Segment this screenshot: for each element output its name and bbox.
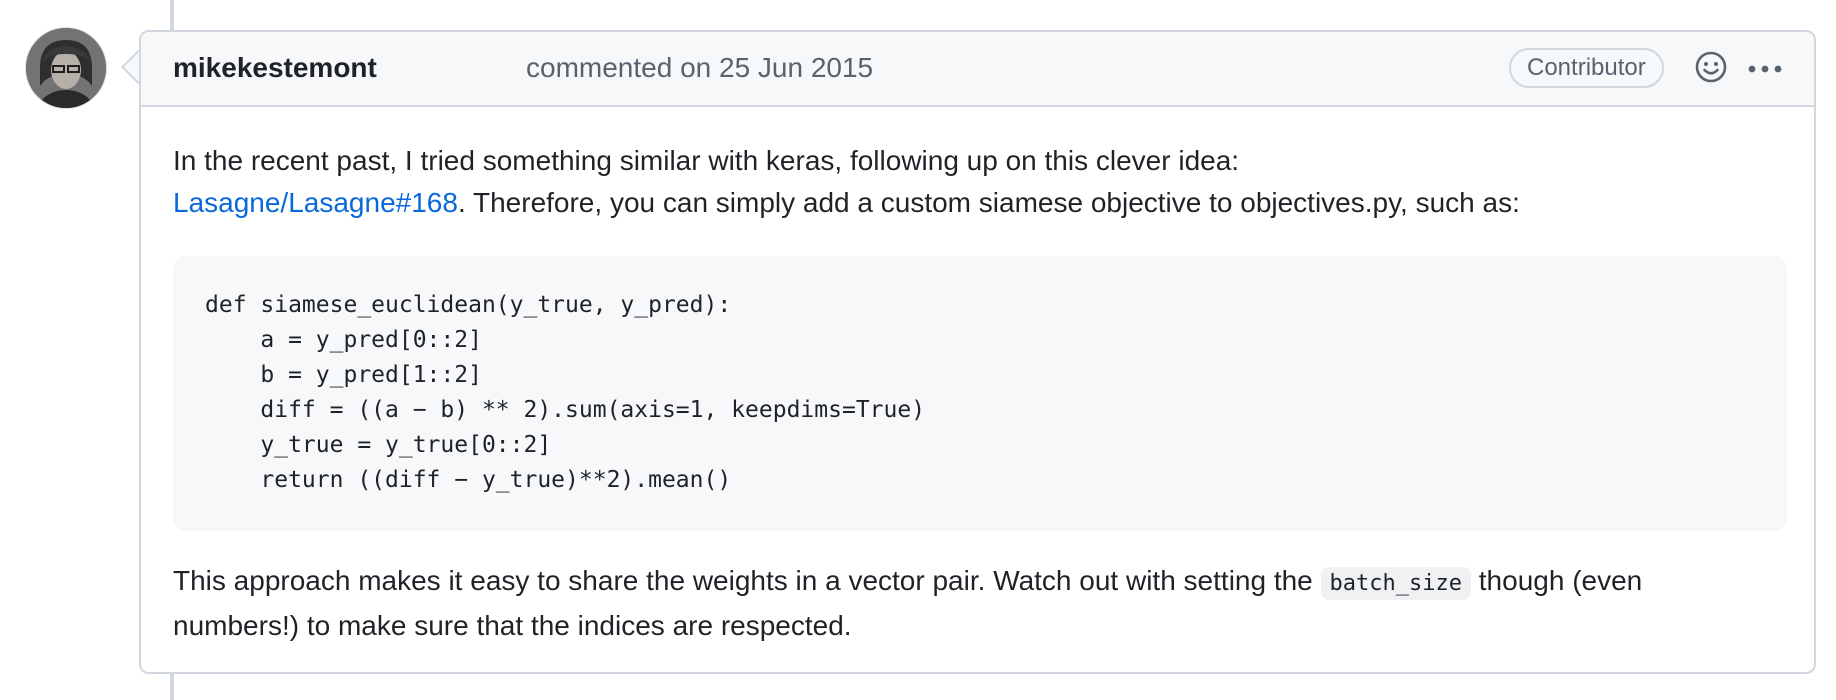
paragraph-1-text-b: . Therefore, you can simply add a custom… xyxy=(457,187,1520,218)
comment-header: mikekestemont commented on 25 Jun 2015 C… xyxy=(141,32,1814,107)
comment-timestamp[interactable]: commented on 25 Jun 2015 xyxy=(526,52,873,84)
inline-code: batch_size xyxy=(1320,567,1471,600)
comment-body: In the recent past, I tried something si… xyxy=(173,140,1782,224)
code-line: b = y_pred[1::2] xyxy=(205,362,482,388)
code-line: diff = ((a − b) ** 2).sum(axis=1, keepdi… xyxy=(205,397,926,423)
issue-link[interactable]: Lasagne/Lasagne#168 xyxy=(173,187,458,218)
paragraph-2-text-a: This approach makes it easy to share the… xyxy=(173,565,1321,596)
contributor-badge: Contributor xyxy=(1509,48,1664,88)
code-content: def siamese_euclidean(y_true, y_pred): a… xyxy=(205,288,1755,498)
code-line: y_true = y_true[0::2] xyxy=(205,432,552,458)
kebab-horizontal-icon[interactable] xyxy=(1747,62,1783,74)
code-line: return ((diff − y_true)**2).mean() xyxy=(205,467,732,493)
code-line: a = y_pred[0::2] xyxy=(205,327,482,353)
code-block: def siamese_euclidean(y_true, y_pred): a… xyxy=(173,256,1787,531)
author-link[interactable]: mikekestemont xyxy=(173,52,377,84)
avatar[interactable] xyxy=(26,28,106,108)
smiley-icon[interactable] xyxy=(1694,50,1728,84)
avatar-image xyxy=(26,28,106,108)
comment-box: mikekestemont commented on 25 Jun 2015 C… xyxy=(139,30,1816,674)
paragraph-2: This approach makes it easy to share the… xyxy=(173,560,1773,647)
code-line: def siamese_euclidean(y_true, y_pred): xyxy=(205,292,732,318)
paragraph-1-text-a: In the recent past, I tried something si… xyxy=(173,145,1240,176)
paragraph-1: In the recent past, I tried something si… xyxy=(173,140,1782,224)
